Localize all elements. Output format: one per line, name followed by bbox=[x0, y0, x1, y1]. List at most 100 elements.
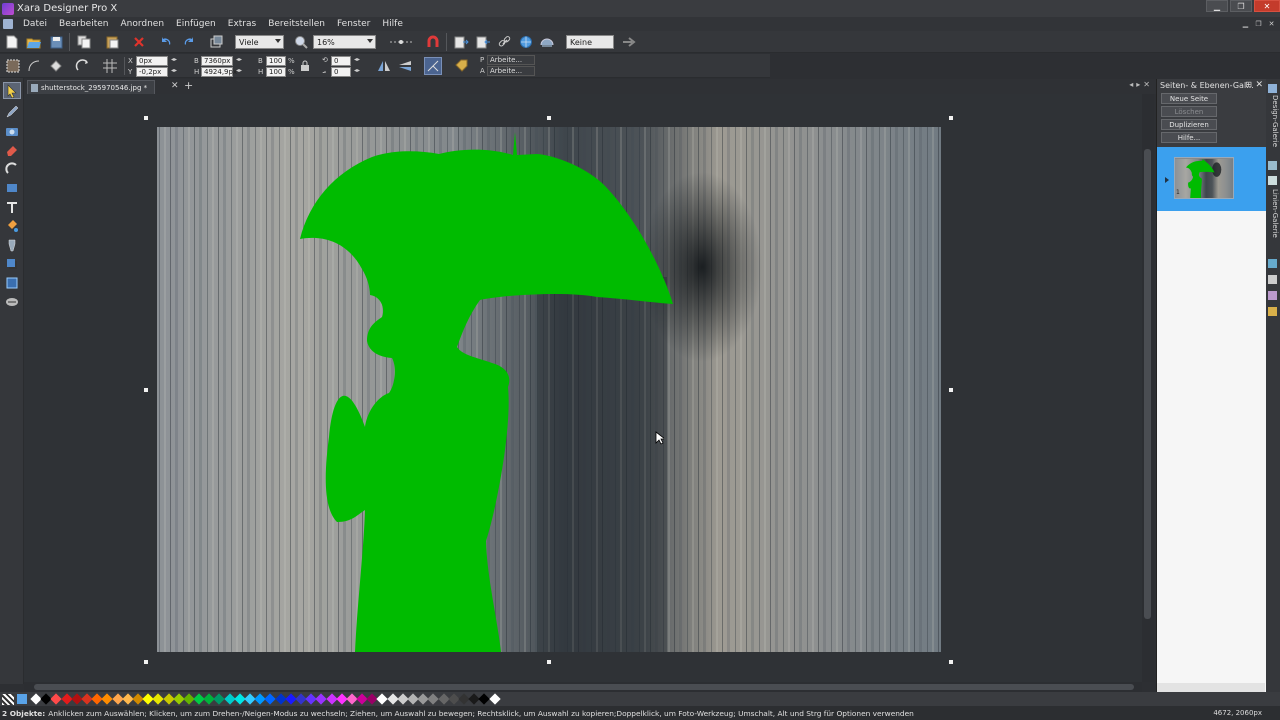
bevel-tool-icon[interactable] bbox=[3, 274, 21, 291]
redo-icon[interactable] bbox=[180, 33, 198, 51]
help-button[interactable]: Hilfe... bbox=[1161, 132, 1217, 143]
document-tab[interactable]: shutterstock_295970546.jpg * bbox=[27, 80, 155, 94]
horizontal-scrollbar[interactable] bbox=[24, 682, 1142, 692]
resize-handle-bottom-left[interactable] bbox=[144, 660, 148, 664]
zoom-combo[interactable]: 16% bbox=[313, 35, 376, 49]
save-icon[interactable] bbox=[47, 33, 65, 51]
skew-angle-input[interactable]: 0 bbox=[331, 67, 351, 77]
shadow-tool-icon[interactable] bbox=[3, 255, 21, 272]
selector-tool-icon[interactable] bbox=[3, 82, 21, 99]
rotate-handles-icon[interactable] bbox=[74, 57, 92, 75]
fill-tool-icon[interactable] bbox=[3, 217, 21, 234]
height-spinner-icon[interactable]: ◂▸ bbox=[236, 67, 242, 74]
color-picker-icon[interactable] bbox=[17, 694, 27, 704]
lock-aspect-icon[interactable] bbox=[298, 59, 312, 73]
resize-handle-right[interactable] bbox=[949, 388, 953, 392]
paste-icon[interactable] bbox=[103, 33, 121, 51]
line-gallery-icon[interactable] bbox=[1268, 176, 1277, 185]
scale-height-input[interactable]: 100 bbox=[266, 67, 286, 77]
copy-icon[interactable] bbox=[75, 33, 93, 51]
document-menu-icon[interactable] bbox=[3, 19, 13, 29]
publish-icon[interactable] bbox=[538, 33, 556, 51]
color-swatch[interactable] bbox=[488, 693, 501, 705]
close-panel-icon[interactable]: ✕ bbox=[1255, 80, 1263, 90]
menu-bearbeiten[interactable]: Bearbeiten bbox=[53, 19, 114, 29]
delete-icon[interactable] bbox=[130, 33, 148, 51]
color-swatch[interactable] bbox=[152, 693, 165, 705]
new-document-icon[interactable] bbox=[3, 33, 21, 51]
scale-width-input[interactable]: 100 bbox=[266, 56, 286, 66]
fill-bucket-icon[interactable] bbox=[47, 57, 65, 75]
new-tab-icon[interactable]: + bbox=[184, 79, 193, 92]
color-swatch[interactable] bbox=[478, 693, 491, 705]
rectangle-tool-icon[interactable] bbox=[3, 179, 21, 196]
guides-icon[interactable] bbox=[389, 33, 413, 51]
maximize-icon[interactable]: ❐ bbox=[1230, 0, 1252, 12]
fill-gallery-icon[interactable] bbox=[1268, 259, 1277, 268]
selection-bounds-icon[interactable] bbox=[4, 57, 22, 75]
freehand-pen-tool-icon[interactable] bbox=[3, 103, 21, 120]
tab-navigation-icon[interactable]: ◂▸✕ bbox=[1129, 80, 1153, 89]
width-input[interactable]: 7360px bbox=[201, 56, 233, 66]
page-gallery-icon[interactable] bbox=[1268, 161, 1277, 170]
menu-einfuegen[interactable]: Einfügen bbox=[170, 19, 222, 29]
web-preview-icon[interactable] bbox=[517, 33, 535, 51]
doc-close-icon[interactable]: ✕ bbox=[1267, 19, 1276, 28]
duplicate-page-button[interactable]: Duplizieren bbox=[1161, 119, 1217, 130]
contour-tool-icon[interactable] bbox=[3, 160, 21, 177]
font-gallery-icon[interactable] bbox=[1268, 275, 1277, 284]
color-swatch[interactable] bbox=[315, 693, 328, 705]
quality-combo[interactable]: Viele bbox=[235, 35, 284, 49]
text-tool-icon[interactable] bbox=[3, 198, 21, 215]
link-icon[interactable] bbox=[496, 33, 514, 51]
name-tag-icon[interactable] bbox=[452, 57, 470, 75]
menu-anordnen[interactable]: Anordnen bbox=[114, 19, 170, 29]
x-spinner-icon[interactable]: ◂▸ bbox=[171, 56, 177, 63]
x-position-input[interactable]: 0px bbox=[136, 56, 168, 66]
rotate-spinner-icon[interactable]: ◂▸ bbox=[354, 56, 360, 63]
resize-handle-top-right[interactable] bbox=[949, 116, 953, 120]
flip-vertical-icon[interactable] bbox=[396, 57, 414, 75]
menu-bereitstellen[interactable]: Bereitstellen bbox=[262, 19, 331, 29]
vertical-scrollbar[interactable] bbox=[1142, 94, 1154, 682]
resize-handle-bottom[interactable] bbox=[547, 660, 551, 664]
gallery-scrollbar[interactable] bbox=[1157, 683, 1265, 692]
design-gallery-tab[interactable]: Design-Galerie bbox=[1267, 95, 1279, 147]
line-gallery-tab[interactable]: Linien-Galerie bbox=[1267, 189, 1279, 238]
y-spinner-icon[interactable]: ◂▸ bbox=[171, 67, 177, 74]
y-position-input[interactable]: -0,2px bbox=[136, 67, 168, 77]
transparency-tool-icon[interactable] bbox=[3, 236, 21, 253]
resize-handle-top[interactable] bbox=[547, 116, 551, 120]
eraser-tool-icon[interactable] bbox=[3, 141, 21, 158]
doc-restore-icon[interactable]: ❐ bbox=[1254, 19, 1263, 28]
show-edit-handles-icon[interactable] bbox=[424, 57, 442, 75]
menu-hilfe[interactable]: Hilfe bbox=[376, 19, 408, 29]
skew-spinner-icon[interactable]: ◂▸ bbox=[354, 67, 360, 74]
minimize-icon[interactable]: ▁ bbox=[1206, 0, 1228, 12]
close-window-icon[interactable]: ✕ bbox=[1254, 0, 1280, 12]
undo-icon[interactable] bbox=[157, 33, 175, 51]
close-tab-icon[interactable]: ✕ bbox=[171, 81, 179, 91]
flip-horizontal-icon[interactable] bbox=[375, 57, 393, 75]
grid-icon[interactable] bbox=[101, 57, 119, 75]
rotate-angle-input[interactable]: 0 bbox=[331, 56, 351, 66]
export-icon[interactable] bbox=[474, 33, 492, 51]
effects-gallery-icon[interactable] bbox=[1268, 291, 1277, 300]
photo-object[interactable] bbox=[157, 127, 941, 652]
width-spinner-icon[interactable]: ◂▸ bbox=[236, 56, 242, 63]
live-effects-tool-icon[interactable] bbox=[3, 293, 21, 310]
zoom-icon[interactable] bbox=[292, 33, 310, 51]
height-input[interactable]: 4924,9px bbox=[201, 67, 237, 77]
resize-handle-bottom-right[interactable] bbox=[949, 660, 953, 664]
new-page-button[interactable]: Neue Seite bbox=[1161, 93, 1217, 104]
menu-fenster[interactable]: Fenster bbox=[331, 19, 376, 29]
contour-icon[interactable] bbox=[25, 57, 43, 75]
page-thumbnail[interactable] bbox=[1174, 157, 1234, 199]
menu-extras[interactable]: Extras bbox=[222, 19, 262, 29]
snap-magnet-icon[interactable] bbox=[424, 33, 442, 51]
feather-combo[interactable]: Keine bbox=[566, 35, 614, 49]
import-icon[interactable] bbox=[452, 33, 470, 51]
menu-datei[interactable]: Datei bbox=[17, 19, 53, 29]
expand-page-icon[interactable] bbox=[1165, 177, 1169, 183]
transform-icon[interactable] bbox=[207, 33, 225, 51]
